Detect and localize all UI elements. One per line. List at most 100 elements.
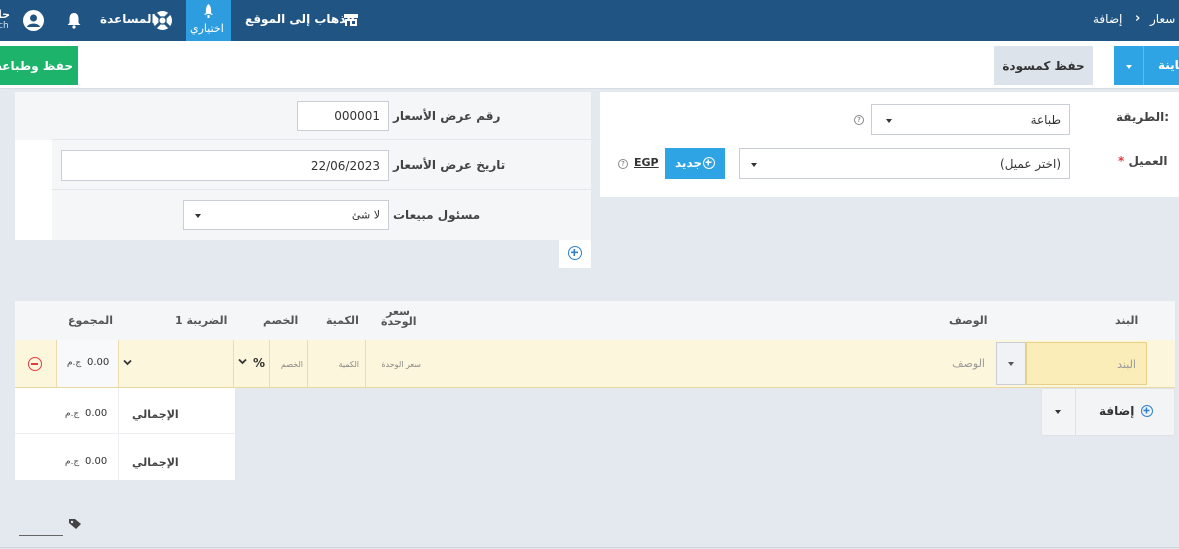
breadcrumb-current: إضافة — [1093, 12, 1123, 26]
subtotal-currency: ج.م — [65, 409, 80, 419]
tax1-select[interactable] — [118, 340, 233, 387]
add-item-button[interactable]: إضافة — [1041, 388, 1175, 436]
row-total-currency: ج.م — [67, 358, 82, 368]
save-draft-label: حفظ كمسودة — [1002, 58, 1085, 73]
col-header-tax1: الضريبة 1 — [175, 314, 228, 327]
chevron-down-icon — [886, 119, 892, 123]
unit-price-input[interactable]: سعر الوحدة — [365, 340, 425, 387]
quote-number-value: 000001 — [334, 109, 380, 123]
client-label-text: العميل — [1128, 154, 1168, 168]
quote-date-value: 22/06/2023 — [310, 158, 380, 173]
col-header-quantity: الكمية — [326, 314, 359, 327]
goto-site-label: الذهاب إلى الموقع — [245, 12, 355, 26]
unit-price-placeholder: سعر الوحدة — [381, 360, 421, 369]
chevron-down-icon — [1008, 362, 1014, 366]
top-bar: حا ch المساعدة اختياري الذهاب إلى الموقع… — [0, 0, 1179, 41]
quote-date-input[interactable]: 22/06/2023 — [61, 150, 389, 181]
primary-dropdown-toggle[interactable] — [1114, 46, 1144, 85]
method-select[interactable]: طباعة — [871, 104, 1070, 135]
client-select[interactable]: (اختر عميل) — [739, 148, 1070, 179]
chevron-down-icon — [238, 355, 247, 365]
item-input[interactable]: البند — [1026, 342, 1147, 385]
quote-details-panel: رقم عرض الأسعار 000001 تاريخ عرض الأسعار… — [15, 92, 591, 240]
add-field-button[interactable] — [559, 240, 591, 268]
sales-rep-select[interactable]: لا شئ — [183, 200, 389, 230]
discount-placeholder: الخصم — [280, 360, 303, 369]
discount-type-select[interactable]: % — [233, 340, 269, 387]
col-header-discount: الخصم — [263, 314, 299, 327]
tag-icon[interactable] — [68, 518, 83, 530]
subtotal-label: الإجمالي — [132, 408, 179, 421]
help-label: المساعدة — [100, 12, 156, 26]
client-label: * العميل — [1118, 154, 1168, 168]
notifications-bell-icon[interactable] — [66, 12, 82, 29]
items-table-header: البند الوصف سعر الوحدة الكمية الخصم الضر… — [15, 301, 1175, 341]
col-header-unit-price: سعر الوحدة — [381, 306, 417, 328]
help-link[interactable]: المساعدة — [100, 10, 176, 31]
remove-row-icon[interactable] — [28, 357, 42, 371]
save-and-print-label: حفظ وطباعة — [0, 58, 73, 73]
primary-save-button[interactable]: كاينة — [1114, 46, 1179, 85]
lifebuoy-icon — [152, 10, 173, 31]
action-bar: حفظ وطباعة حفظ كمسودة كاينة — [0, 41, 1179, 89]
table-row: البند الوصف سعر الوحدة الكمية الخصم % ج.… — [15, 340, 1175, 388]
store-icon — [343, 13, 359, 27]
col-header-item: البند — [1115, 314, 1139, 327]
description-input[interactable]: الوصف — [425, 340, 995, 387]
currency-link[interactable]: EGP — [634, 156, 659, 169]
save-and-print-button[interactable]: حفظ وطباعة — [0, 46, 78, 85]
breadcrumb-separator: › — [1135, 11, 1141, 26]
grand-total-currency: ج.م — [65, 457, 80, 467]
method-label: الطريقة: — [1116, 110, 1170, 124]
sales-rep-value: لا شئ — [351, 208, 380, 222]
user-name-line1: حا — [0, 9, 11, 21]
totals-panel: ج.م 0.00 الإجمالي ج.م 0.00 الإجمالي — [15, 388, 235, 480]
add-item-dropdown[interactable] — [1042, 389, 1076, 435]
method-help-icon[interactable]: ? — [854, 115, 864, 125]
discount-input[interactable]: الخصم — [269, 340, 307, 387]
goto-site-link[interactable]: الذهاب إلى الموقع — [245, 12, 361, 28]
grand-total-row: ج.م 0.00 الإجمالي — [15, 434, 235, 480]
client-placeholder: (اختر عميل) — [1000, 156, 1061, 171]
plus-circle-icon — [703, 157, 715, 169]
plus-circle-icon — [568, 246, 582, 260]
chevron-down-icon — [1126, 65, 1132, 69]
quote-number-label: رقم عرض الأسعار — [393, 109, 501, 123]
col-header-total: المجموع — [68, 314, 113, 327]
client-panel: الطريقة: طباعة ? * العميل (اختر عميل) جد… — [600, 92, 1179, 197]
item-dropdown-toggle[interactable] — [996, 342, 1026, 385]
left-gutter — [15, 140, 52, 240]
col-header-description: الوصف — [949, 314, 988, 327]
bottom-divider — [0, 547, 1179, 548]
save-draft-button[interactable]: حفظ كمسودة — [994, 46, 1093, 85]
quantity-placeholder: الكمية — [338, 360, 359, 369]
add-item-label: إضافة — [1099, 404, 1135, 418]
quantity-input[interactable]: الكمية — [307, 340, 365, 387]
discount-unit: % — [253, 356, 266, 370]
method-value: طباعة — [1030, 112, 1061, 127]
primary-save-label: كاينة — [1158, 58, 1179, 72]
row-total-value: 0.00 — [87, 357, 110, 368]
chevron-down-icon — [123, 356, 132, 366]
rocket-icon — [203, 4, 214, 18]
user-name[interactable]: حا ch — [0, 9, 12, 35]
new-client-button[interactable]: جديد — [665, 148, 725, 179]
grand-total-label: الإجمالي — [132, 456, 179, 469]
client-required-mark: * — [1118, 154, 1125, 168]
user-avatar-icon[interactable] — [23, 10, 44, 31]
grand-total-value: 0.00 — [85, 456, 108, 467]
breadcrumb-parent[interactable]: سعار — [1150, 12, 1175, 26]
tags-input-line[interactable] — [19, 535, 63, 536]
chevron-down-icon — [1055, 410, 1061, 414]
trial-badge[interactable]: اختياري — [186, 0, 231, 41]
quote-number-input[interactable]: 000001 — [297, 101, 389, 131]
new-client-label: جديد — [675, 156, 703, 170]
currency-help-icon[interactable]: ? — [618, 159, 628, 169]
trial-label: اختياري — [190, 22, 224, 35]
row-total: ج.م 0.00 — [56, 340, 118, 387]
chevron-down-icon — [751, 163, 757, 167]
col-header-unit-price-line2: الوحدة — [381, 315, 417, 328]
description-placeholder: الوصف — [952, 357, 985, 370]
breadcrumb: إضافة › سعار — [1090, 11, 1179, 30]
item-placeholder: البند — [1117, 358, 1136, 371]
